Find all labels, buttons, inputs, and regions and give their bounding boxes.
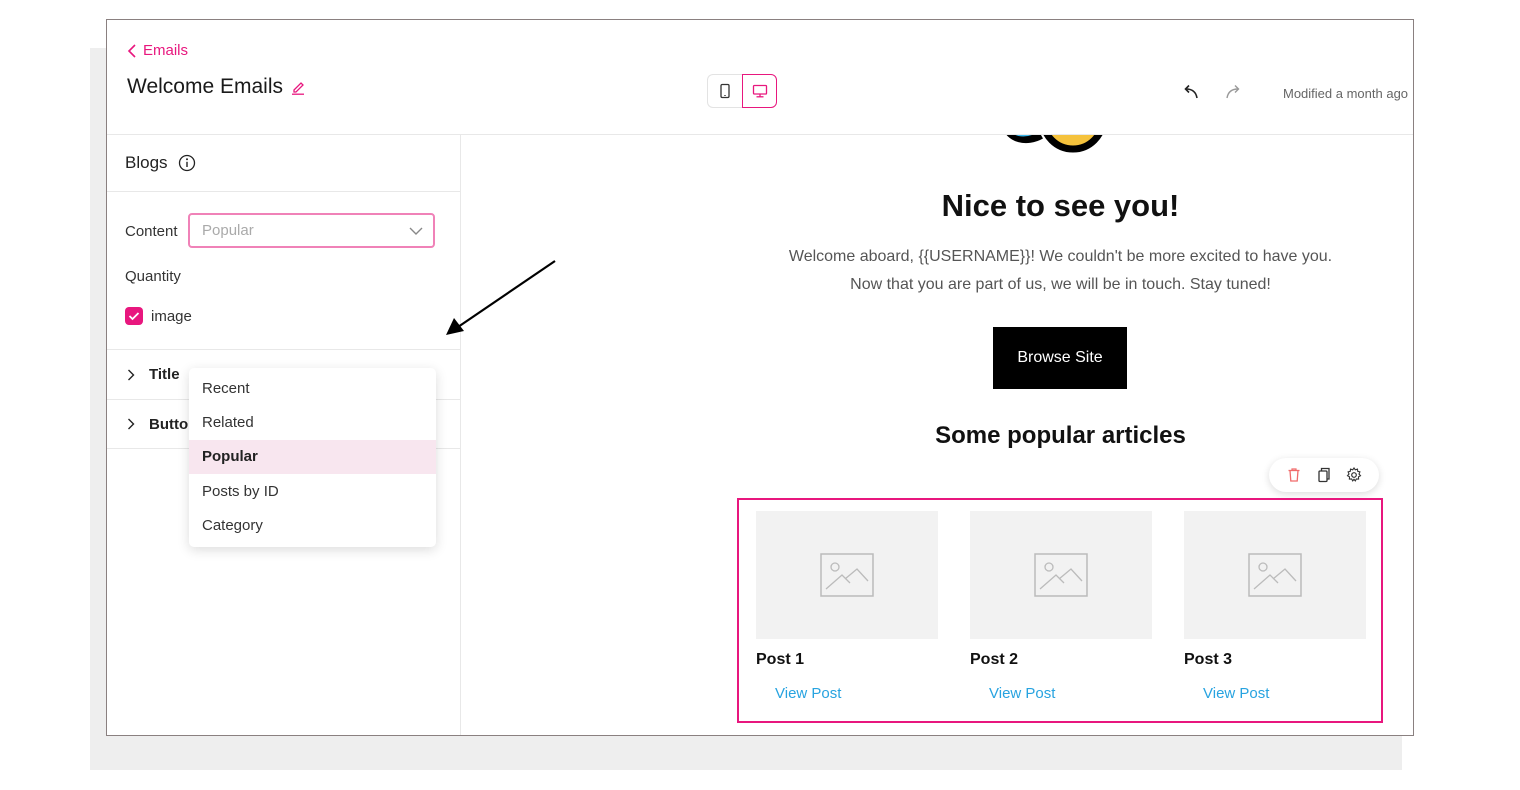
- chevron-right-icon: [128, 418, 135, 430]
- sidebar-heading-text: Blogs: [125, 153, 168, 172]
- blog-posts-block[interactable]: Post 1 View Post Post 2 View Post Post 3…: [737, 498, 1383, 723]
- sidebar-heading: Blogs: [107, 135, 460, 192]
- quantity-label: Quantity: [125, 268, 181, 285]
- image-checkbox-row: image: [125, 307, 192, 325]
- hero-text: Welcome aboard, {{USERNAME}}! We couldn'…: [706, 243, 1413, 299]
- annotation-arrow-icon: [446, 260, 556, 335]
- pencil-edit-icon[interactable]: [291, 79, 305, 95]
- chevron-left-icon: [127, 43, 136, 58]
- post-image-placeholder: [970, 511, 1152, 639]
- hero-title: Nice to see you!: [941, 188, 1180, 223]
- post-title: Post 2: [970, 651, 1019, 668]
- content-select-value: Popular: [202, 222, 254, 239]
- image-placeholder-icon: [1248, 553, 1302, 597]
- view-post-link[interactable]: View Post: [1203, 685, 1269, 702]
- desktop-icon: [752, 84, 767, 98]
- section-label: Butto: [149, 415, 189, 433]
- back-link-label: Emails: [143, 42, 189, 59]
- content-select[interactable]: Popular: [188, 213, 435, 248]
- post-title: Post 3: [1184, 651, 1233, 668]
- last-modified-text: Modified a month ago: [1283, 86, 1409, 101]
- mobile-icon: [720, 83, 730, 99]
- post-image-placeholder: [1184, 511, 1366, 639]
- duplicate-icon[interactable]: [1316, 467, 1332, 483]
- chevron-right-icon: [128, 369, 135, 380]
- trash-icon[interactable]: [1286, 467, 1302, 483]
- dropdown-option-category[interactable]: Category: [189, 508, 436, 542]
- back-to-emails-link[interactable]: Emails: [127, 42, 188, 59]
- email-canvas: Nice to see you! Welcome aboard, {{USERN…: [461, 135, 1413, 735]
- page-title: Welcome Emails: [127, 75, 305, 99]
- dropdown-option-recent[interactable]: Recent: [189, 371, 436, 405]
- popular-articles-title: Some popular articles: [935, 422, 1186, 449]
- content-label: Content: [125, 223, 178, 240]
- post-image-placeholder: [756, 511, 938, 639]
- page-title-text: Welcome Emails: [127, 75, 283, 98]
- hero-text-line-1: Welcome aboard, {{USERNAME}}! We couldn'…: [788, 248, 1333, 265]
- mobile-preview-button[interactable]: [707, 74, 742, 108]
- dropdown-option-related[interactable]: Related: [189, 405, 436, 439]
- logo-image: [1006, 135, 1103, 153]
- redo-icon[interactable]: [1222, 83, 1242, 101]
- checkmark-icon: [128, 312, 140, 321]
- desktop-preview-button[interactable]: [742, 74, 777, 108]
- view-post-link[interactable]: View Post: [775, 685, 841, 702]
- editor-header: Emails Welcome Emails Modified a month a…: [107, 20, 1413, 135]
- content-dropdown-menu: Recent Related Popular Posts by ID Categ…: [189, 368, 436, 547]
- block-toolbar: [1269, 458, 1379, 492]
- post-card: Post 3 View Post: [1184, 511, 1366, 703]
- post-title: Post 1: [756, 651, 805, 668]
- post-card: Post 1 View Post: [756, 511, 938, 703]
- image-placeholder-icon: [820, 553, 874, 597]
- hero-text-line-2: Now that you are part of us, we will be …: [850, 276, 1271, 293]
- browse-site-button[interactable]: Browse Site: [993, 327, 1127, 389]
- post-card: Post 2 View Post: [970, 511, 1152, 703]
- device-preview-toggle: [707, 74, 777, 108]
- section-label: Title: [149, 366, 180, 383]
- dropdown-option-popular[interactable]: Popular: [189, 439, 436, 474]
- info-icon[interactable]: [178, 154, 196, 172]
- view-post-link[interactable]: View Post: [989, 685, 1055, 702]
- image-checkbox-label: image: [151, 307, 192, 325]
- settings-sidebar: Blogs Content Popular Quantity image Tit…: [107, 135, 461, 735]
- chevron-down-icon: [409, 227, 423, 235]
- email-editor-window: Emails Welcome Emails Modified a month a…: [106, 19, 1414, 736]
- undo-icon[interactable]: [1182, 83, 1202, 101]
- gear-icon[interactable]: [1346, 467, 1362, 483]
- image-placeholder-icon: [1034, 553, 1088, 597]
- image-checkbox[interactable]: [125, 307, 143, 325]
- dropdown-option-posts-by-id[interactable]: Posts by ID: [189, 474, 436, 508]
